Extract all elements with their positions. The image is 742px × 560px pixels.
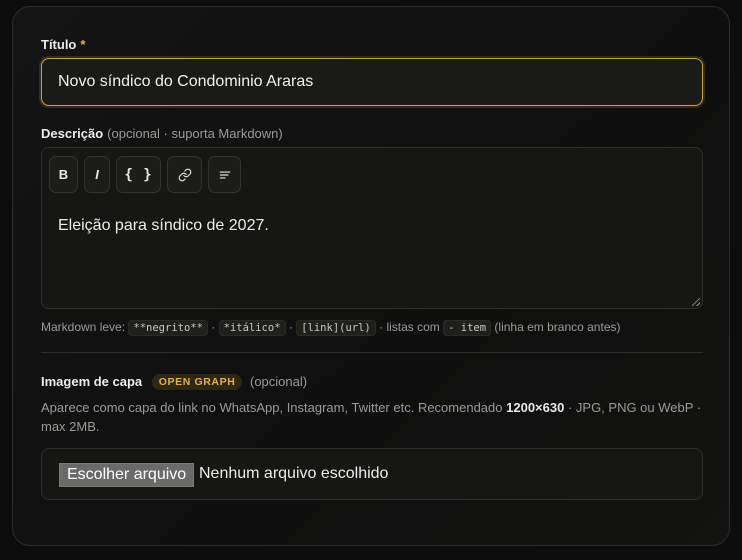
cover-note: (opcional) <box>250 374 308 389</box>
open-graph-badge: OPEN GRAPH <box>151 374 243 390</box>
description-note: (opcional · suporta Markdown) <box>107 126 283 141</box>
description-label: Descrição (opcional · suporta Markdown) <box>41 126 283 141</box>
italic-syntax: *itálico* <box>218 320 286 336</box>
title-input[interactable] <box>41 58 703 106</box>
link-button[interactable] <box>167 156 202 193</box>
resize-handle[interactable] <box>692 298 700 306</box>
cover-label: Imagem de capa OPEN GRAPH (opcional) <box>41 374 308 390</box>
code-button[interactable]: { } <box>116 156 161 193</box>
required-mark: * <box>80 37 86 52</box>
file-status: Nenhum arquivo escolhido <box>199 465 389 482</box>
markdown-toolbar: B I { } <box>49 156 241 193</box>
italic-button[interactable]: I <box>84 156 110 193</box>
section-divider <box>41 352 703 353</box>
list-button[interactable] <box>208 156 241 193</box>
form-card: Título* Descrição(opcional · suporta Mar… <box>12 6 730 546</box>
description-text[interactable]: Eleição para síndico de 2027. <box>58 217 269 235</box>
markdown-hint: Markdown leve: **negrito** · *itálico* ·… <box>41 320 621 336</box>
bold-button[interactable]: B <box>49 156 78 193</box>
title-label: Título * <box>41 37 86 52</box>
link-icon <box>178 168 191 181</box>
description-editor[interactable]: B I { } Eleição para síndico de 2027. <box>41 147 703 309</box>
cover-description: Aparece como capa do link no WhatsApp, I… <box>41 400 702 434</box>
choose-file-button[interactable]: Escolher arquivo <box>59 463 195 487</box>
bold-syntax: **negrito** <box>128 320 208 336</box>
form-body: Título* Descrição(opcional · suporta Mar… <box>41 7 703 545</box>
list-icon <box>219 171 230 178</box>
item-syntax: - item <box>443 320 492 336</box>
link-syntax: [link](url) <box>296 320 376 336</box>
cover-file-input[interactable]: Escolher arquivo Nenhum arquivo escolhid… <box>41 448 703 500</box>
